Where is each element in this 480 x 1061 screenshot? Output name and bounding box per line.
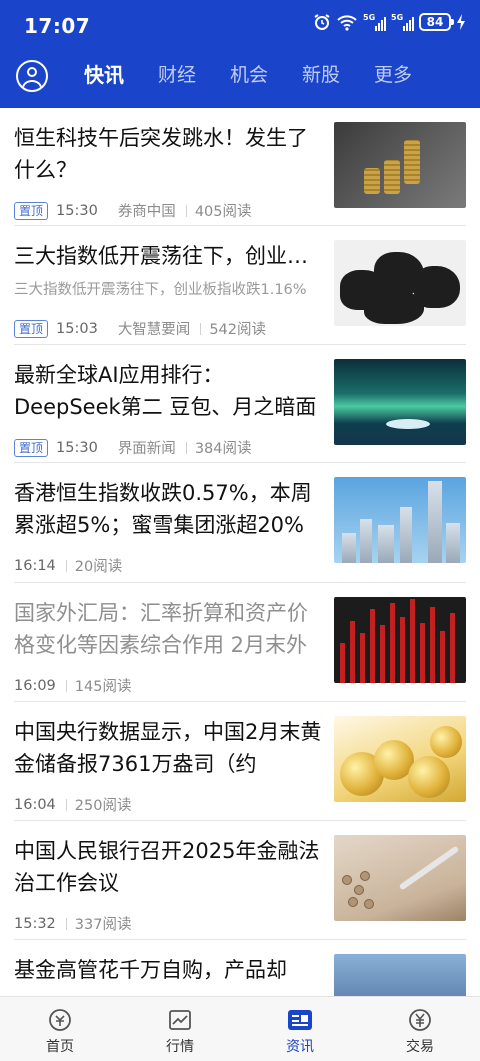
news-title: 国家外汇局：汇率折算和资产价格变化等因素综合作用 2月末外汇储备规模 [14, 601, 308, 657]
meta-divider [200, 322, 202, 335]
news-thumbnail-coins [334, 122, 466, 208]
bottom-tab-home[interactable]: 首页 [0, 997, 120, 1061]
news-meta: 16:04 250阅读 [14, 794, 131, 815]
news-item[interactable]: 恒生科技午后突发跳水！发生了什么？ 置顶 15:30 券商中国 405阅读 [0, 108, 480, 226]
news-item[interactable]: 香港恒生指数收跌0.57%，本周累涨超5%；蜜雪集团涨超20% 16:14 20… [0, 463, 480, 583]
news-time: 15:32 [14, 915, 56, 932]
news-title: 中国人民银行召开2025年金融法治工作会议 [14, 839, 320, 895]
news-title: 最新全球AI应用排行：DeepSeek第二 豆包、月之暗面 [14, 363, 317, 419]
news-time: 16:04 [14, 796, 56, 813]
meta-divider [65, 679, 67, 692]
signal-tag-1: 5G [363, 13, 376, 22]
bottom-navigation: 首页 行情 资讯 交易 [0, 996, 480, 1061]
news-item[interactable]: 最新全球AI应用排行：DeepSeek第二 豆包、月之暗面 置顶 15:30 界… [0, 345, 480, 463]
news-thumbnail-chart-bars [334, 597, 466, 683]
battery-icon: 84 [419, 13, 454, 31]
news-time: 16:09 [14, 677, 56, 694]
pinned-badge: 置顶 [14, 438, 49, 457]
news-source: 券商中国 [117, 204, 176, 220]
news-title: 中国央行数据显示，中国2月末黄金储备报7361万盎司（约2289.5吨） [14, 720, 322, 776]
tab-xingu[interactable]: 新股 [302, 62, 340, 88]
news-thumbnail-business [334, 954, 466, 996]
news-item[interactable]: 中国央行数据显示，中国2月末黄金储备报7361万盎司（约2289.5吨） 16:… [0, 702, 480, 821]
news-title: 三大指数低开震荡往下，创业板指收跌1.16% [14, 244, 326, 268]
news-title: 香港恒生指数收跌0.57%，本周累涨超5%；蜜雪集团涨超20% [14, 481, 312, 537]
news-list: 恒生科技午后突发跳水！发生了什么？ 置顶 15:30 券商中国 405阅读 三大… [0, 108, 480, 996]
news-meta: 置顶 15:30 界面新闻 384阅读 [14, 437, 252, 458]
category-tabs: 快讯 财经 机会 新股 更多 [84, 62, 446, 88]
bottom-tab-trade[interactable]: 交易 [360, 997, 480, 1061]
news-thumbnail-pen-coins [334, 835, 466, 921]
news-meta: 置顶 15:30 券商中国 405阅读 [14, 200, 252, 221]
pinned-badge: 置顶 [14, 201, 49, 220]
news-item[interactable]: 中国人民银行召开2025年金融法治工作会议 15:32 337阅读 [0, 821, 480, 940]
bottom-tab-label: 资讯 [286, 1039, 314, 1055]
wifi-icon [337, 15, 357, 31]
meta-divider [65, 917, 67, 930]
news-source: 大智慧要闻 [117, 322, 191, 338]
alarm-icon [314, 14, 330, 30]
news-reads: 384阅读 [194, 441, 252, 457]
news-reads: 145阅读 [74, 679, 132, 695]
meta-divider [185, 441, 187, 454]
news-time: 15:30 [56, 439, 98, 456]
tab-caijing[interactable]: 财经 [158, 62, 196, 88]
tab-kuaixun[interactable]: 快讯 [84, 62, 124, 88]
top-navigation: 快讯 财经 机会 新股 更多 [0, 52, 480, 108]
home-coin-icon [47, 1007, 73, 1033]
bottom-tab-label: 交易 [406, 1039, 434, 1055]
tab-jihui[interactable]: 机会 [230, 62, 268, 88]
tab-more[interactable]: 更多 [374, 62, 412, 88]
meta-divider [185, 204, 187, 217]
news-reads: 405阅读 [194, 204, 252, 220]
news-thumbnail-gold [334, 716, 466, 802]
news-reads: 337阅读 [74, 917, 132, 933]
chart-icon [167, 1007, 193, 1033]
yuan-icon [407, 1007, 433, 1033]
battery-level: 84 [426, 15, 444, 29]
bottom-tab-label: 首页 [46, 1039, 74, 1055]
news-reads: 20阅读 [74, 559, 123, 575]
status-bar: 17:07 5G 5G 84 [0, 0, 480, 52]
news-time: 15:30 [56, 202, 98, 219]
bottom-tab-market[interactable]: 行情 [120, 997, 240, 1061]
news-title: 基金高管花千万自购，产品却 [14, 958, 287, 982]
news-item[interactable]: 基金高管花千万自购，产品却 [0, 940, 480, 996]
news-meta: 15:32 337阅读 [14, 913, 131, 934]
news-time: 15:03 [56, 320, 98, 337]
news-meta: 16:09 145阅读 [14, 675, 131, 696]
news-icon [287, 1007, 313, 1033]
news-reads: 542阅读 [209, 322, 266, 338]
signal-icon-1: 5G [363, 13, 386, 31]
news-thumbnail-coal [334, 240, 466, 326]
meta-divider [65, 798, 67, 811]
bottom-tab-news[interactable]: 资讯 [240, 997, 360, 1061]
signal-tag-2: 5G [391, 13, 404, 22]
news-thumbnail-city [334, 477, 466, 563]
news-reads: 250阅读 [74, 798, 132, 814]
charging-icon [457, 14, 465, 30]
news-item[interactable]: 国家外汇局：汇率折算和资产价格变化等因素综合作用 2月末外汇储备规模 16:09… [0, 583, 480, 702]
bottom-tab-label: 行情 [166, 1039, 194, 1055]
news-item[interactable]: 三大指数低开震荡往下，创业板指收跌1.16% 三大指数低开震荡往下，创业板指收跌… [0, 226, 480, 345]
pinned-badge: 置顶 [14, 319, 49, 338]
avatar-icon[interactable] [16, 60, 48, 92]
news-source: 界面新闻 [117, 441, 176, 457]
status-time: 17:07 [24, 14, 91, 38]
news-thumbnail-aurora [334, 359, 466, 445]
news-title: 恒生科技午后突发跳水！发生了什么？ [14, 126, 308, 182]
news-meta: 置顶 15:03 大智慧要闻 542阅读 [14, 318, 266, 339]
news-summary: 三大指数低开震荡往下，创业板指收跌1.16% [14, 282, 307, 298]
news-meta: 16:14 20阅读 [14, 555, 122, 576]
signal-icon-2: 5G [391, 13, 414, 31]
meta-divider [65, 559, 67, 572]
status-icons: 5G 5G 84 [313, 13, 466, 31]
news-time: 16:14 [14, 557, 56, 574]
